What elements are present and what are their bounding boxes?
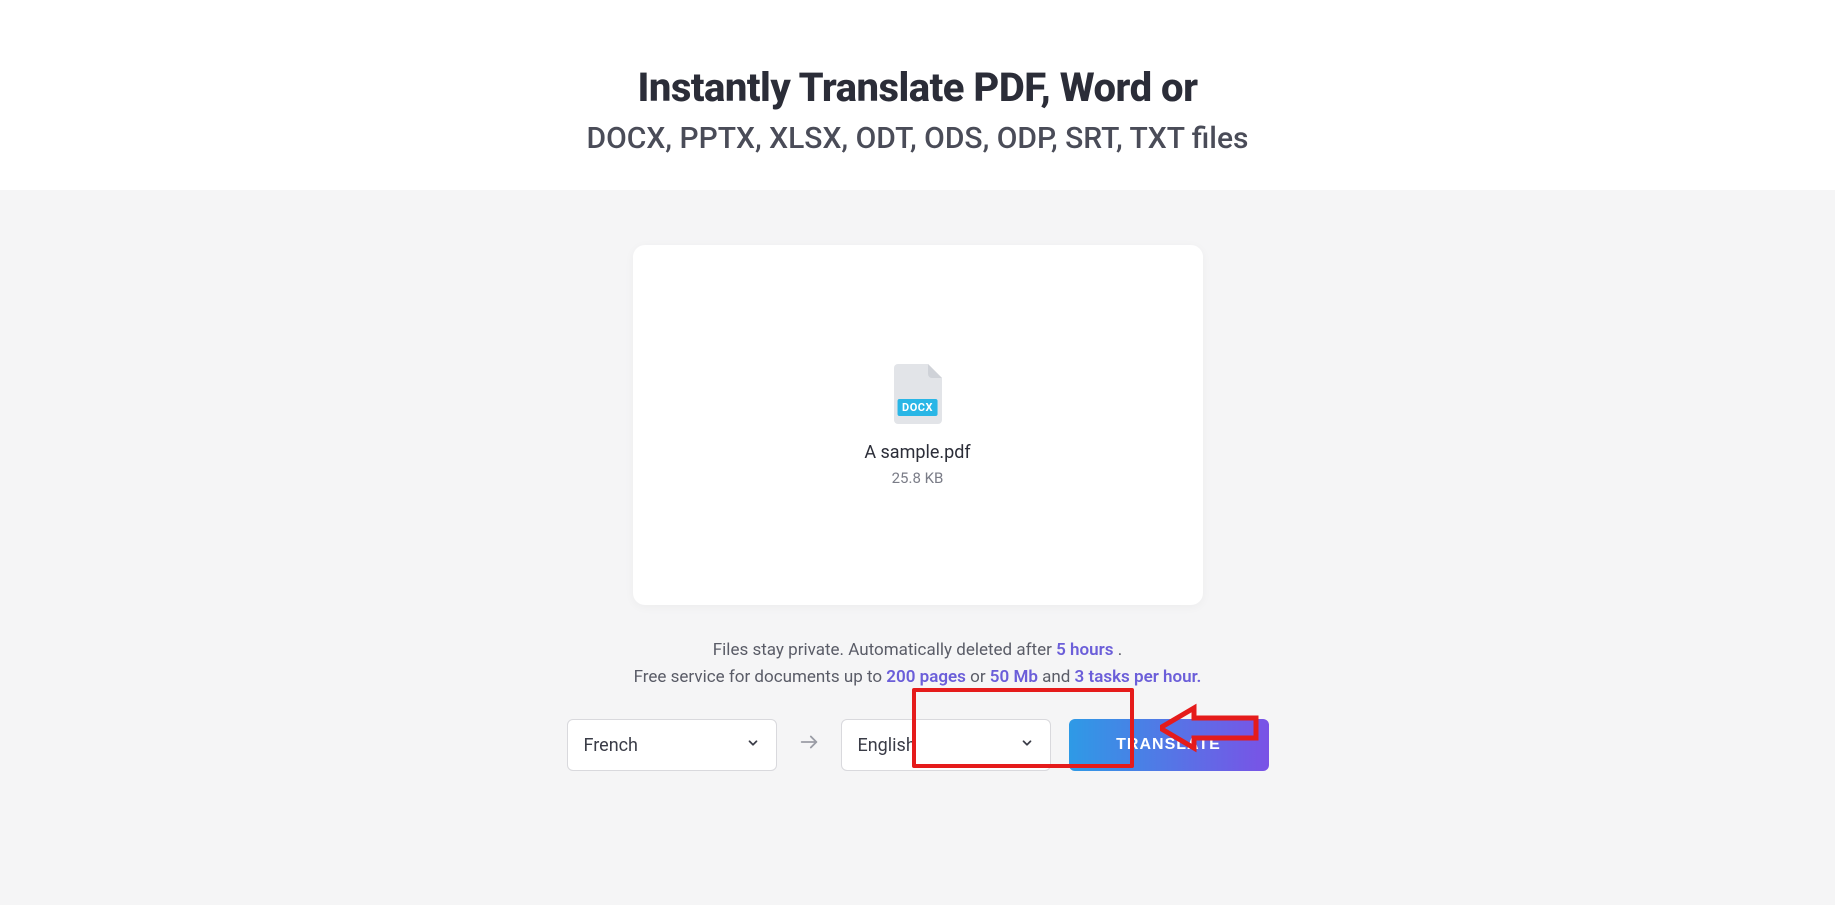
hero-section: Instantly Translate PDF, Word or DOCX, P… <box>0 0 1835 190</box>
file-name: A sample.pdf <box>864 442 970 463</box>
source-language-select[interactable]: French <box>567 719 777 771</box>
page-title: Instantly Translate PDF, Word or <box>637 64 1197 111</box>
info-retention: 5 hours <box>1056 640 1113 660</box>
arrow-right-icon <box>795 731 823 759</box>
info-line-1: Files stay private. Automatically delete… <box>634 637 1202 664</box>
lower-section: DOCX A sample.pdf 25.8 KB Files stay pri… <box>0 190 1835 905</box>
target-language-select[interactable]: English <box>841 719 1051 771</box>
upload-card[interactable]: DOCX A sample.pdf 25.8 KB <box>633 245 1203 605</box>
page-subtitle: DOCX, PPTX, XLSX, ODT, ODS, ODP, SRT, TX… <box>587 121 1249 156</box>
info-text: Files stay private. Automatically delete… <box>634 637 1202 691</box>
chevron-down-icon <box>1020 736 1034 754</box>
chevron-down-icon <box>746 736 760 754</box>
file-size: 25.8 KB <box>892 469 944 487</box>
file-icon: DOCX <box>894 364 942 424</box>
info-rate: 3 tasks per hour. <box>1075 667 1202 687</box>
target-language-label: English <box>858 735 916 756</box>
file-type-badge: DOCX <box>897 399 938 416</box>
translate-button[interactable]: TRANSLATE <box>1069 719 1269 771</box>
info-size: 50 Mb <box>990 667 1038 687</box>
page-root: ≈ ❝ ⅄ ⊞ 〃 🔖 🔖 🧩 ＋ ▤ 🧩 ☁ ＋ 🖌 ≈ Instantly … <box>0 0 1835 905</box>
info-pages: 200 pages <box>886 667 966 687</box>
controls-row: French English TRANSLATE <box>567 719 1269 771</box>
source-language-label: French <box>584 735 638 756</box>
info-line-2: Free service for documents up to 200 pag… <box>634 664 1202 691</box>
